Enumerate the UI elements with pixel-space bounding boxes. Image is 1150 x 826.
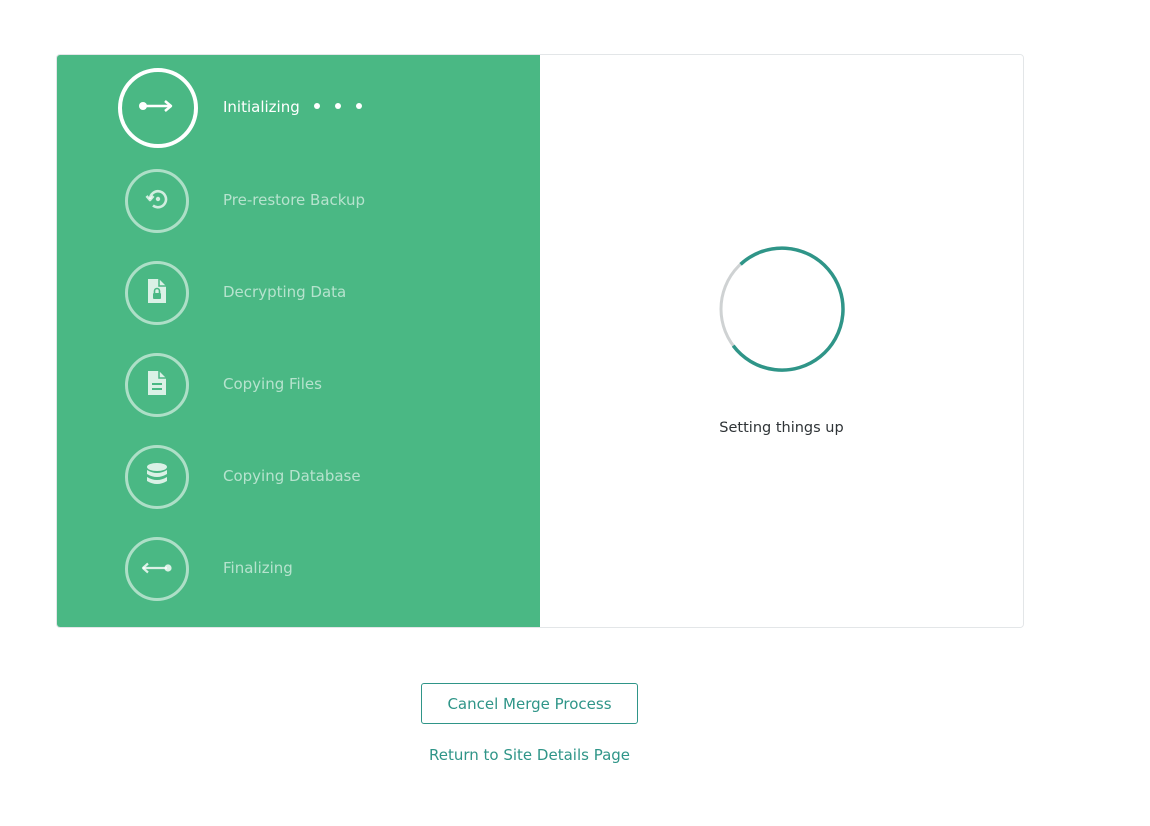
step-circle <box>125 261 189 325</box>
merge-progress-card: Initializing Pre-restore Backup Decrypti… <box>56 54 1024 628</box>
step-decrypting-data: Decrypting Data <box>57 254 540 334</box>
loading-dots <box>313 97 377 117</box>
step-circle <box>125 537 189 601</box>
restore-icon <box>143 185 171 217</box>
arrow-right-icon <box>138 98 178 118</box>
file-icon <box>145 369 169 401</box>
arrow-left-icon <box>140 560 174 579</box>
status-panel: Setting things up <box>540 55 1023 627</box>
step-copying-database: Copying Database <box>57 438 540 518</box>
status-text: Setting things up <box>719 420 844 436</box>
step-pre-restore-backup: Pre-restore Backup <box>57 162 540 242</box>
step-initializing: Initializing <box>57 55 540 148</box>
step-label-copying-database: Copying Database <box>223 467 361 485</box>
step-label-pre-restore-backup: Pre-restore Backup <box>223 191 366 209</box>
steps-panel: Initializing Pre-restore Backup Decrypti… <box>57 55 540 627</box>
step-finalizing: Finalizing <box>57 530 540 610</box>
step-circle <box>118 68 198 148</box>
step-label-copying-files: Copying Files <box>223 375 322 393</box>
step-label-initializing: Initializing <box>223 97 377 117</box>
step-circle <box>125 353 189 417</box>
step-label-decrypting-data: Decrypting Data <box>223 283 347 301</box>
step-circle <box>125 169 189 233</box>
cancel-merge-button[interactable]: Cancel Merge Process <box>421 683 638 724</box>
step-label-finalizing: Finalizing <box>223 559 293 577</box>
return-to-site-details-link[interactable]: Return to Site Details Page <box>0 746 1059 764</box>
step-copying-files: Copying Files <box>57 346 540 426</box>
database-icon <box>144 461 170 493</box>
loading-spinner <box>718 245 846 377</box>
step-circle <box>125 445 189 509</box>
locked-file-icon <box>145 277 169 309</box>
